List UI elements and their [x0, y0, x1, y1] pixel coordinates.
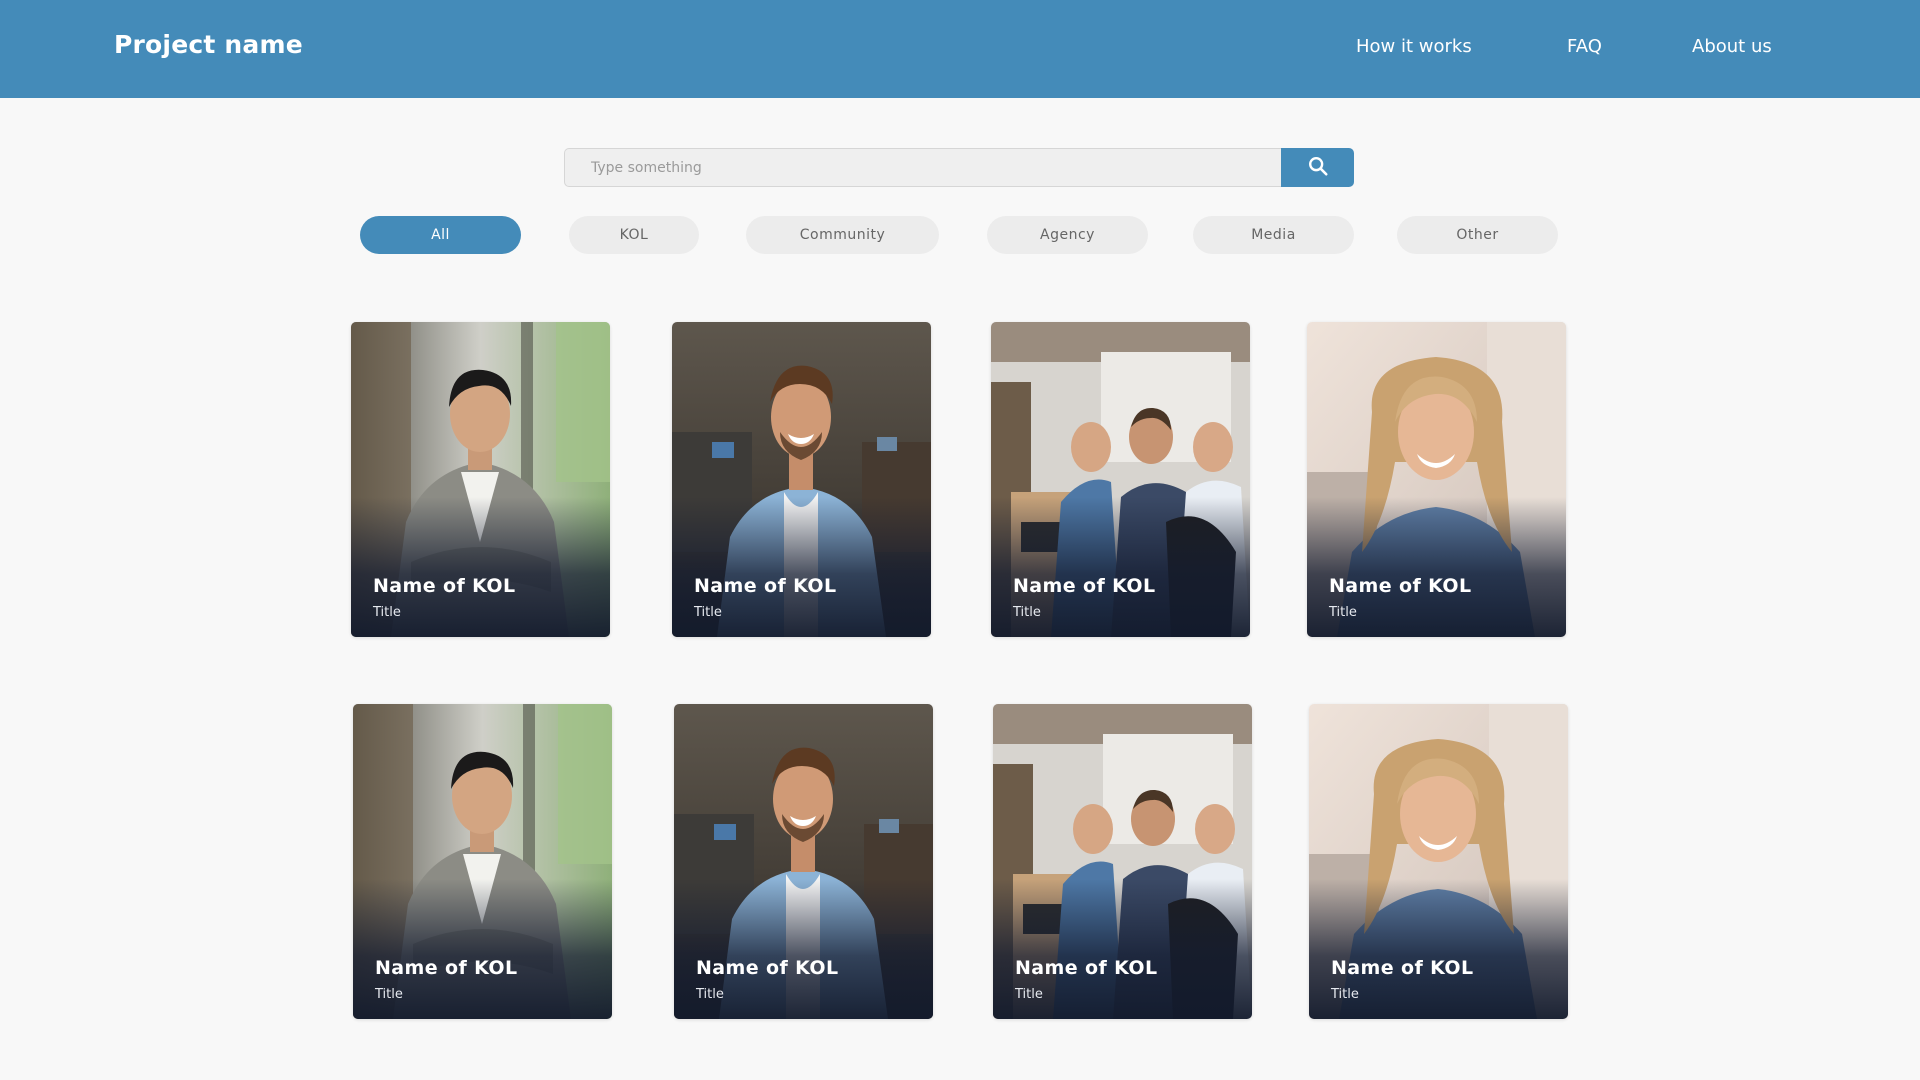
top-navbar: Project name How it works FAQ About us [0, 0, 1920, 98]
filter-all[interactable]: All [360, 216, 521, 254]
kol-name: Name of KOL [696, 957, 839, 979]
kol-title: Title [696, 987, 724, 1002]
kol-name: Name of KOL [1329, 575, 1472, 597]
kol-title: Title [375, 987, 403, 1002]
nav-about-us[interactable]: About us [1692, 36, 1772, 57]
filter-media[interactable]: Media [1193, 216, 1354, 254]
kol-card[interactable]: Name of KOL Title [351, 322, 610, 637]
kol-name: Name of KOL [1331, 957, 1474, 979]
kol-card[interactable]: Name of KOL Title [672, 322, 931, 637]
filter-community[interactable]: Community [746, 216, 939, 254]
kol-title: Title [373, 605, 401, 620]
kol-card[interactable]: Name of KOL Title [353, 704, 612, 1019]
filter-kol[interactable]: KOL [569, 216, 699, 254]
nav-faq[interactable]: FAQ [1567, 36, 1602, 57]
kol-name: Name of KOL [1013, 575, 1156, 597]
nav-how-it-works[interactable]: How it works [1356, 36, 1472, 57]
kol-title: Title [1015, 987, 1043, 1002]
brand-logo-text[interactable]: Project name [114, 30, 303, 59]
kol-title: Title [1331, 987, 1359, 1002]
search-button[interactable] [1281, 148, 1354, 187]
filter-other[interactable]: Other [1397, 216, 1558, 254]
kol-name: Name of KOL [375, 957, 518, 979]
kol-name: Name of KOL [694, 575, 837, 597]
filter-agency[interactable]: Agency [987, 216, 1148, 254]
kol-title: Title [1013, 605, 1041, 620]
kol-title: Title [1329, 605, 1357, 620]
kol-card[interactable]: Name of KOL Title [993, 704, 1252, 1019]
kol-card[interactable]: Name of KOL Title [1307, 322, 1566, 637]
kol-card[interactable]: Name of KOL Title [991, 322, 1250, 637]
kol-card[interactable]: Name of KOL Title [674, 704, 933, 1019]
kol-name: Name of KOL [373, 575, 516, 597]
kol-name: Name of KOL [1015, 957, 1158, 979]
search-icon [1307, 155, 1329, 180]
kol-title: Title [694, 605, 722, 620]
search-input[interactable] [564, 148, 1282, 187]
kol-card[interactable]: Name of KOL Title [1309, 704, 1568, 1019]
search-bar [564, 148, 1354, 187]
